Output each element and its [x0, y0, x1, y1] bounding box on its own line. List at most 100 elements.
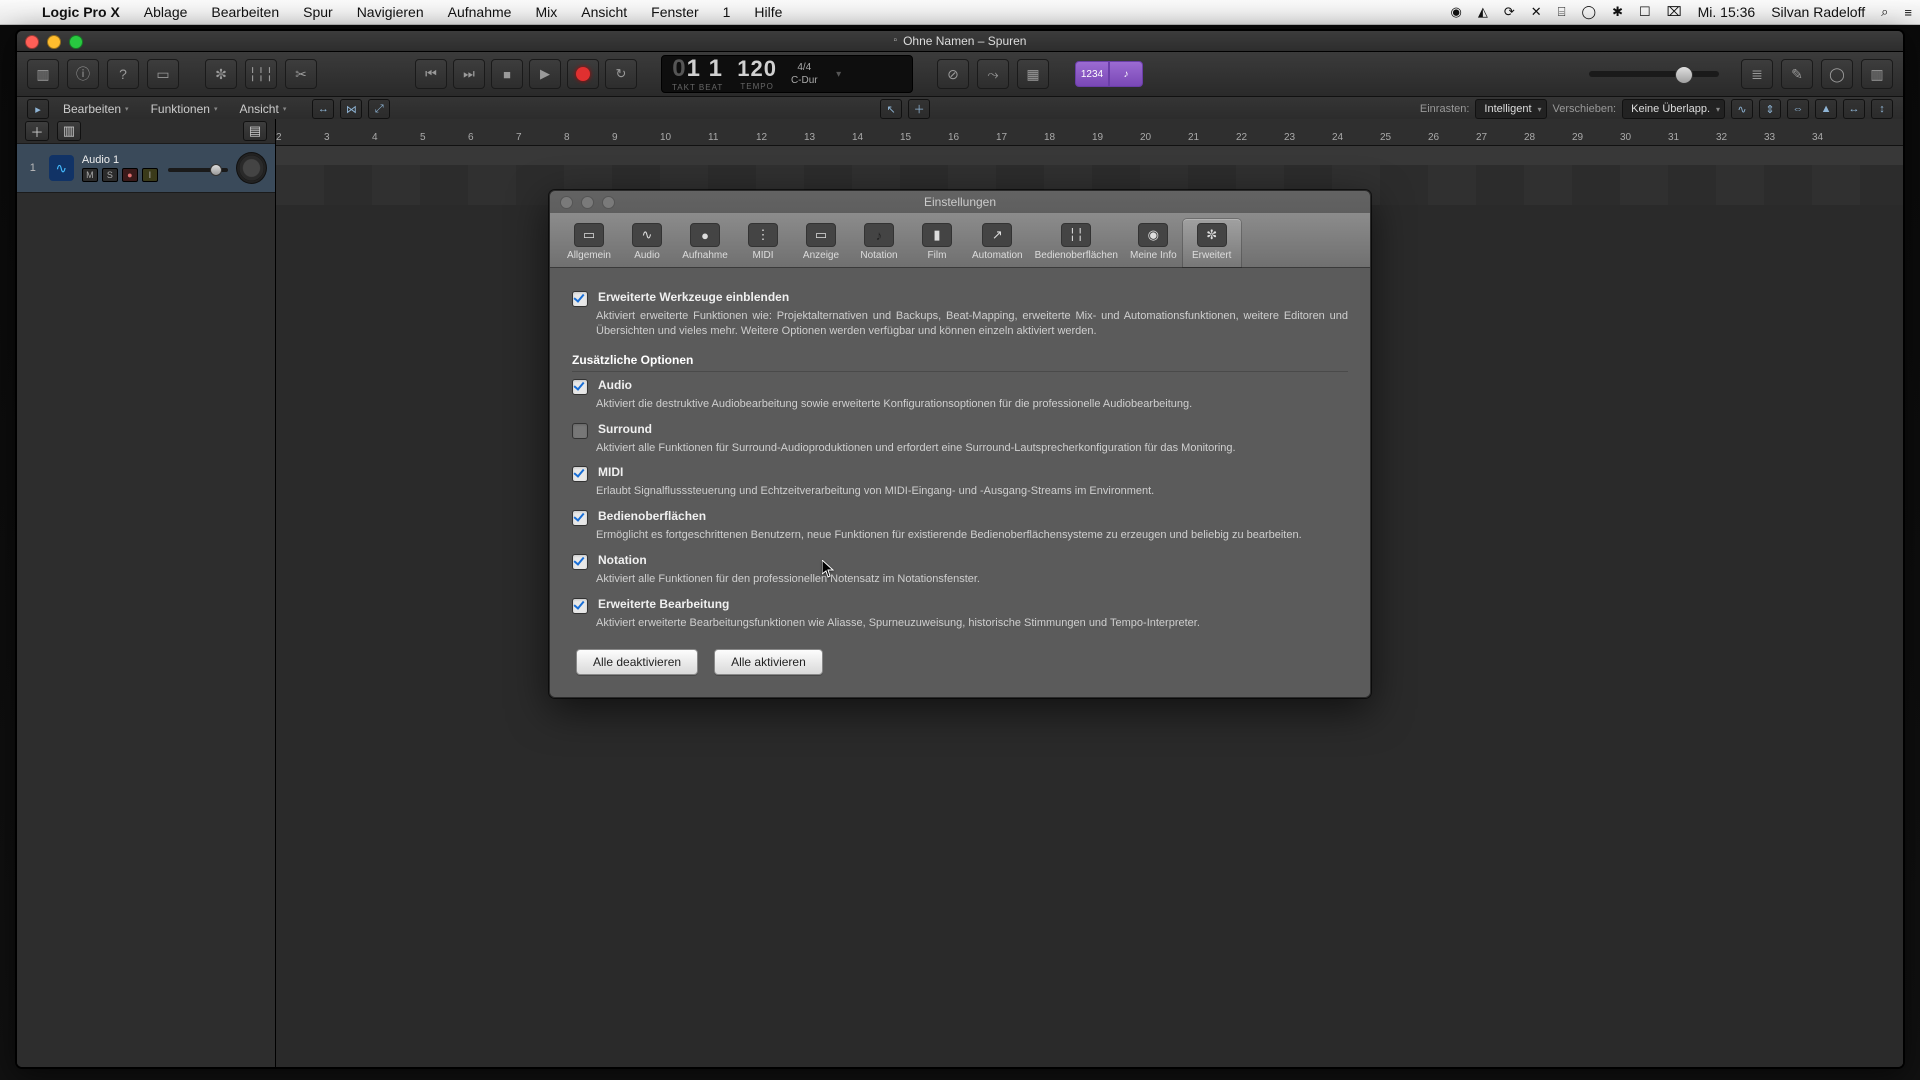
pref-tab-aufnahme[interactable]: ●Aufnahme — [676, 219, 734, 267]
zoom-icon[interactable] — [69, 35, 83, 49]
record-enable-button[interactable]: ● — [122, 168, 138, 182]
checkbox-label[interactable]: Erweiterte Werkzeuge einblenden — [598, 290, 789, 304]
left-click-tool[interactable]: ↖ — [880, 99, 902, 119]
master-volume-slider[interactable] — [1589, 71, 1719, 77]
menu-view[interactable]: Ansicht — [569, 4, 639, 20]
status-icon[interactable]: ⟳ — [1496, 4, 1523, 20]
play-button[interactable]: ▶ — [529, 59, 561, 89]
mixer-button[interactable]: ╎╎╎ — [245, 59, 277, 89]
checkbox-midi[interactable] — [572, 466, 588, 482]
menubar-user[interactable]: Silvan Radeloff — [1763, 4, 1873, 20]
low-latency-button[interactable]: ⤳ — [977, 59, 1009, 89]
snap-dropdown[interactable]: Intelligent — [1475, 99, 1546, 119]
checkbox-audio[interactable] — [572, 379, 588, 395]
stop-button[interactable]: ■ — [491, 59, 523, 89]
lcd-display[interactable]: 01 1 TAKT BEAT 120 TEMPO 4/4 C-Dur ▾ — [661, 55, 913, 93]
drag-dropdown[interactable]: Keine Überlapp. — [1622, 99, 1725, 119]
track-icon[interactable]: ∿ — [49, 155, 74, 181]
menu-mix[interactable]: Mix — [523, 4, 569, 20]
rewind-button[interactable]: ⏮ — [415, 59, 447, 89]
command-click-tool[interactable]: ＋ — [908, 99, 930, 119]
preferences-window[interactable]: Einstellungen ▭Allgemein∿Audio●Aufnahme⋮… — [549, 190, 1371, 698]
vertical-autozoom-icon[interactable]: ⇕ — [1759, 99, 1781, 119]
track-name[interactable]: Audio 1 — [82, 154, 228, 166]
duplicate-track-button[interactable]: ▥ — [57, 121, 81, 141]
pref-tab-bedienoberflächen[interactable]: ╎╎Bedienoberflächen — [1029, 219, 1124, 267]
window-titlebar[interactable]: ▫ Ohne Namen – Spuren — [17, 31, 1903, 52]
input-monitor-button[interactable]: I — [142, 168, 158, 182]
waveform-zoom-icon[interactable]: ∿ — [1731, 99, 1753, 119]
pref-tab-allgemein[interactable]: ▭Allgemein — [560, 219, 618, 267]
checkbox-surround[interactable] — [572, 423, 588, 439]
smart-controls-button[interactable]: ✼ — [205, 59, 237, 89]
horizontal-autozoom-icon[interactable]: ⇔ — [1787, 99, 1809, 119]
zoom-icon[interactable] — [602, 196, 615, 209]
track-pan-knob[interactable] — [236, 152, 267, 184]
add-track-button[interactable]: ＋ — [25, 121, 49, 141]
lcd-tempo[interactable]: 120 — [737, 56, 777, 81]
status-icon[interactable]: ⌧ — [1659, 4, 1690, 20]
checkbox-label[interactable]: MIDI — [598, 465, 623, 479]
menubar-clock[interactable]: Mi. 15:36 — [1690, 4, 1764, 20]
close-icon[interactable] — [560, 196, 573, 209]
checkbox-label[interactable]: Erweiterte Bearbeitung — [598, 597, 729, 611]
forward-button[interactable]: ⏭ — [453, 59, 485, 89]
pref-tab-film[interactable]: ▮Film — [908, 219, 966, 267]
status-icon[interactable]: ⌸ — [1550, 4, 1574, 20]
list-editors-button[interactable]: ≣ — [1741, 59, 1773, 89]
cycle-button[interactable]: ↻ — [605, 59, 637, 89]
pref-tab-notation[interactable]: ♪Notation — [850, 219, 908, 267]
media-browser-button[interactable]: ▥ — [1861, 59, 1893, 89]
pref-tab-audio[interactable]: ∿Audio — [618, 219, 676, 267]
checkbox-advanced-tools[interactable] — [572, 291, 588, 307]
count-in-value[interactable]: 1234 — [1075, 61, 1109, 87]
checkbox-label[interactable]: Audio — [598, 378, 632, 392]
checkbox-label[interactable]: Notation — [598, 553, 647, 567]
catch-playhead-icon[interactable]: ▲ — [1815, 99, 1837, 119]
tool-pointer-icon[interactable]: ▸ — [27, 99, 49, 119]
local-menu-view[interactable]: Ansicht▾ — [231, 102, 294, 116]
lcd-key[interactable]: C-Dur — [791, 75, 818, 86]
menu-window[interactable]: Fenster — [639, 4, 710, 20]
replace-button[interactable]: ⊘ — [937, 59, 969, 89]
menu-help[interactable]: Hilfe — [742, 4, 794, 20]
menu-screenset[interactable]: 1 — [711, 4, 743, 20]
checkbox-label[interactable]: Bedienoberflächen — [598, 509, 706, 523]
close-icon[interactable] — [25, 35, 39, 49]
count-in-segment[interactable]: 1234 ♪ — [1075, 61, 1143, 87]
editors-button[interactable]: ✂ — [285, 59, 317, 89]
flex-button[interactable]: ⋈ — [340, 99, 362, 119]
quickhelp-button[interactable]: ? — [107, 59, 139, 89]
status-icon[interactable]: ☐ — [1631, 4, 1659, 20]
minimize-icon[interactable] — [581, 196, 594, 209]
disable-all-button[interactable]: Alle deaktivieren — [576, 649, 698, 675]
zoom-v-slider[interactable]: ↕ — [1871, 99, 1893, 119]
solo-button[interactable]: S — [102, 168, 118, 182]
checkbox-bedienoberflächen[interactable] — [572, 510, 588, 526]
checkbox-notation[interactable] — [572, 554, 588, 570]
traffic-lights[interactable] — [25, 35, 83, 49]
bar-ruler[interactable]: 2345678910111213141516171819202122232425… — [276, 119, 1903, 146]
status-icon[interactable]: ◯ — [1574, 4, 1605, 20]
spotlight-icon[interactable]: ⌕ — [1873, 4, 1896, 20]
preferences-titlebar[interactable]: Einstellungen — [550, 191, 1370, 213]
loop-browser-button[interactable]: ◯ — [1821, 59, 1853, 89]
preferences-tabbar[interactable]: ▭Allgemein∿Audio●Aufnahme⋮MIDI▭Anzeige♪N… — [550, 213, 1370, 268]
metronome-button[interactable]: ♪ — [1109, 61, 1143, 87]
notepad-button[interactable]: ✎ — [1781, 59, 1813, 89]
automation-button[interactable]: ⤢ — [368, 99, 390, 119]
macos-menubar[interactable]: Logic Pro X Ablage Bearbeiten Spur Navig… — [0, 0, 1920, 25]
autozoom-button[interactable]: ↔ — [312, 99, 334, 119]
enable-all-button[interactable]: Alle aktivieren — [714, 649, 823, 675]
mute-button[interactable]: M — [82, 168, 98, 182]
menu-track[interactable]: Spur — [291, 4, 345, 20]
local-menu-edit[interactable]: Bearbeiten▾ — [55, 102, 137, 116]
track-row[interactable]: 1 ∿ Audio 1 M S ● I — [17, 144, 275, 193]
status-icon[interactable]: ◉ — [1443, 4, 1470, 20]
status-icon[interactable]: ◭ — [1470, 4, 1496, 20]
library-button[interactable]: ▥ — [27, 59, 59, 89]
inspector-button[interactable]: ⓘ — [67, 59, 99, 89]
record-button[interactable] — [567, 59, 599, 89]
minimize-icon[interactable] — [47, 35, 61, 49]
local-menu-functions[interactable]: Funktionen▾ — [143, 102, 226, 116]
